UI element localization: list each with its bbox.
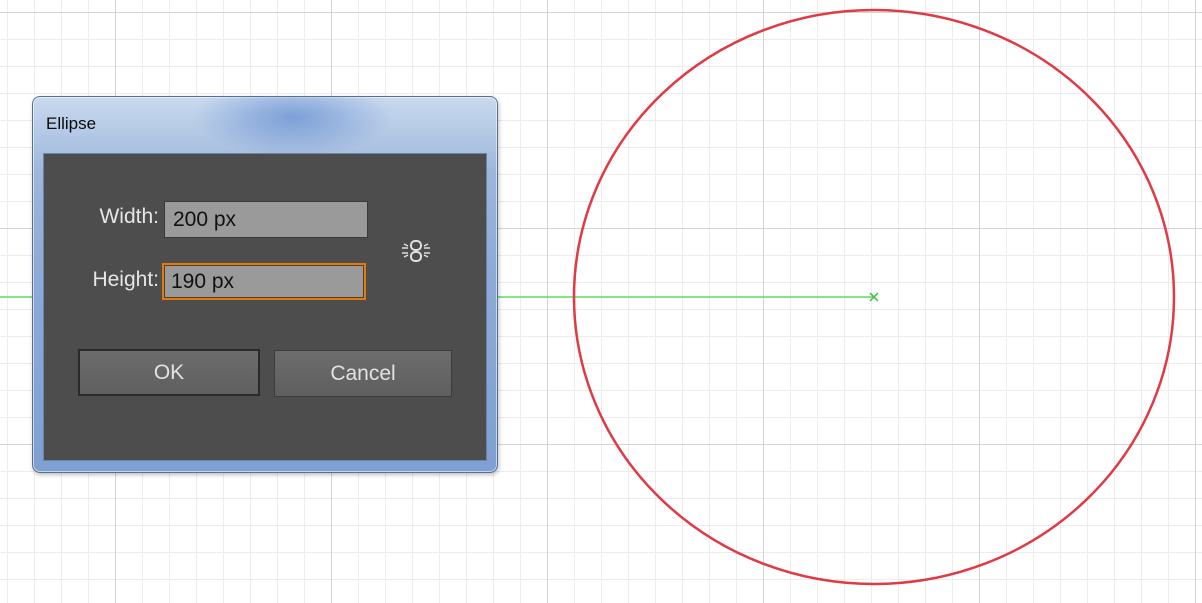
dialog-body: Width: 200 px Height: 190 px OK Cancel <box>43 153 487 461</box>
height-input[interactable]: 190 px <box>162 263 366 300</box>
ellipse-dialog: Ellipse Width: 200 px Height: 190 px OK … <box>32 96 498 473</box>
width-label: Width: <box>99 205 159 228</box>
cancel-button[interactable]: Cancel <box>274 350 452 397</box>
width-input[interactable]: 200 px <box>164 201 368 238</box>
height-label: Height: <box>92 268 159 291</box>
constrain-proportions-icon[interactable] <box>399 236 433 266</box>
dialog-title: Ellipse <box>46 114 97 133</box>
ok-button[interactable]: OK <box>78 349 260 396</box>
